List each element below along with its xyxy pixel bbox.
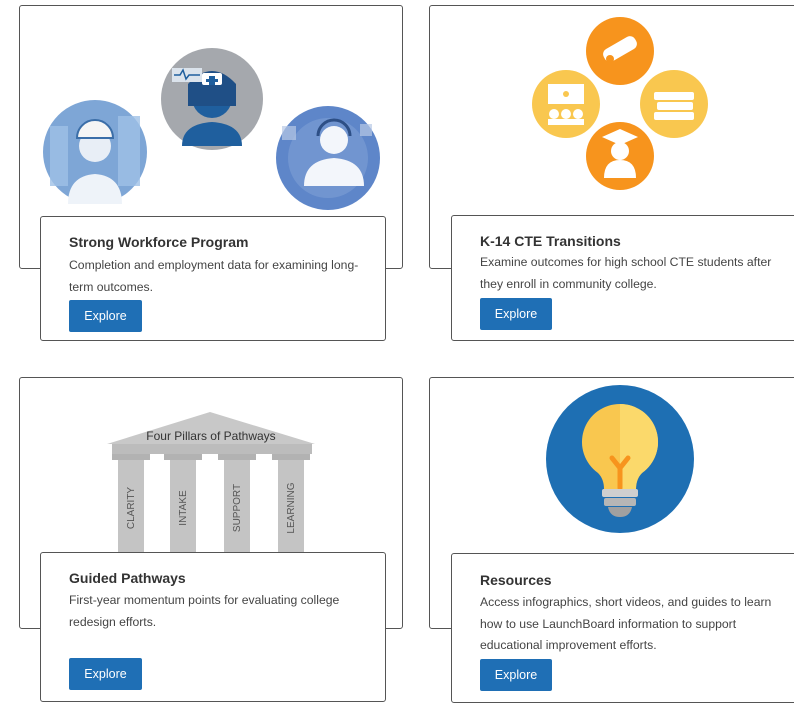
support-agent-icon [276, 106, 380, 210]
svg-text:CLARITY: CLARITY [126, 487, 137, 530]
card-title: K-14 CTE Transitions [480, 233, 621, 249]
pillar-support: SUPPORT [218, 454, 256, 554]
nurse-icon [161, 48, 263, 150]
pillar-intake: INTAKE [164, 454, 202, 554]
card-strong-workforce-info: Strong Workforce Program Completion and … [40, 216, 386, 341]
svg-text:INTAKE: INTAKE [178, 490, 189, 526]
card-guided-pathways-info: Guided Pathways First-year momentum poin… [40, 552, 386, 702]
books-icon [640, 70, 708, 138]
card-description: First-year momentum points for evaluatin… [69, 593, 340, 629]
explore-button[interactable]: Explore [480, 298, 552, 330]
card-title: Guided Pathways [69, 570, 186, 586]
svg-text:SUPPORT: SUPPORT [232, 484, 243, 532]
card-description: Completion and employment data for exami… [69, 258, 359, 294]
card-k14-cte-info: K-14 CTE Transitions Examine outcomes fo… [451, 215, 794, 341]
card-title: Strong Workforce Program [69, 234, 249, 250]
card-description: Access infographics, short videos, and g… [480, 595, 772, 652]
diploma-icon [586, 17, 654, 85]
graduate-icon [586, 122, 654, 190]
pillar-learning: LEARNING [272, 454, 310, 554]
card-resources-info: Resources Access infographics, short vid… [451, 553, 794, 703]
card-title: Resources [480, 572, 552, 588]
construction-worker-icon [43, 100, 147, 204]
classroom-icon [532, 70, 600, 138]
svg-text:LEARNING: LEARNING [286, 482, 297, 533]
card-description: Examine outcomes for high school CTE stu… [480, 255, 772, 291]
explore-button[interactable]: Explore [480, 659, 552, 691]
pillar-clarity: CLARITY [112, 454, 150, 554]
explore-button[interactable]: Explore [69, 658, 142, 690]
pillars-heading: Four Pillars of Pathways [146, 429, 275, 443]
explore-button[interactable]: Explore [69, 300, 142, 332]
